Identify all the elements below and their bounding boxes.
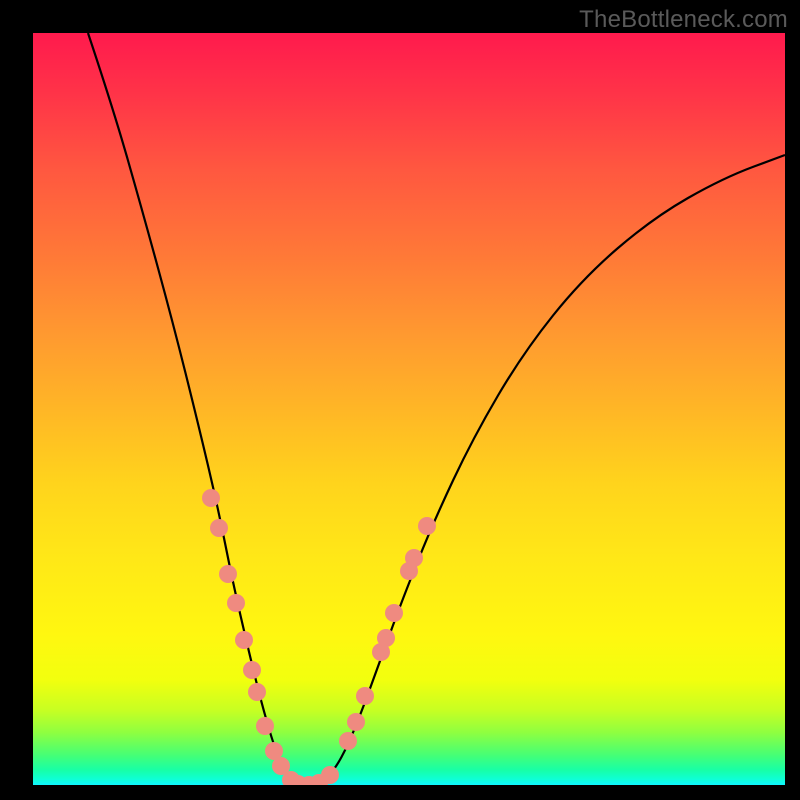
data-dot — [418, 517, 436, 535]
data-dot — [321, 766, 339, 784]
watermark-label: TheBottleneck.com — [579, 6, 788, 34]
data-dots — [202, 489, 436, 785]
data-dot — [256, 717, 274, 735]
data-dot — [227, 594, 245, 612]
data-dot — [210, 519, 228, 537]
data-dot — [385, 604, 403, 622]
data-dot — [339, 732, 357, 750]
data-dot — [243, 661, 261, 679]
bottleneck-curve — [88, 33, 785, 783]
data-dot — [356, 687, 374, 705]
data-dot — [235, 631, 253, 649]
data-dot — [219, 565, 237, 583]
data-dot — [248, 683, 266, 701]
curve-svg — [33, 33, 785, 785]
chart-frame: TheBottleneck.com — [0, 0, 800, 800]
data-dot — [405, 549, 423, 567]
data-dot — [347, 713, 365, 731]
data-dot — [377, 629, 395, 647]
data-dot — [202, 489, 220, 507]
plot-area — [33, 33, 785, 785]
